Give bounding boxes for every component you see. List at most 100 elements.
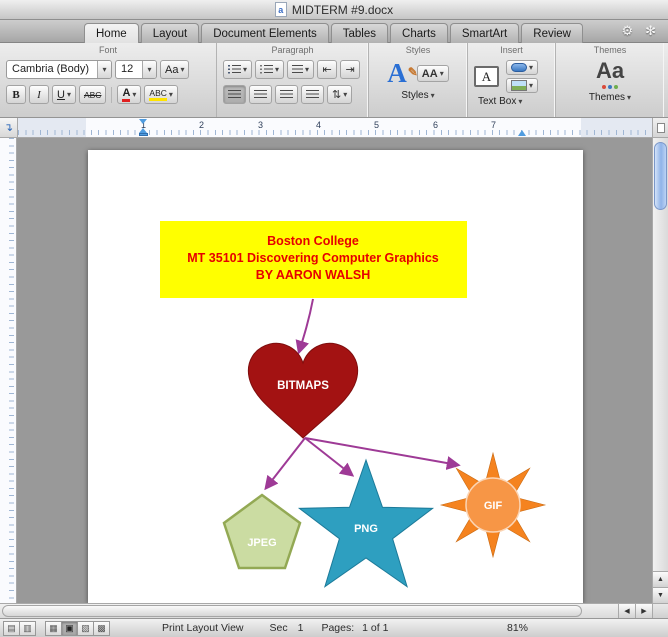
multilevel-list-button[interactable]: ▾ [287,60,315,79]
manage-styles-icon: AA [421,67,438,80]
scroll-down-button[interactable]: ▼ [653,587,668,603]
themes-button-label[interactable]: Themes ▾ [589,92,631,103]
tab-review[interactable]: Review [521,23,583,43]
star-label: PNG [354,523,378,535]
print-layout-view-button[interactable]: ▣ [61,620,78,636]
insert-shape-button[interactable]: ▾ [506,60,539,75]
indent-marker[interactable] [139,119,148,136]
scroll-right-button[interactable]: ▶ [635,604,652,618]
tab-home[interactable]: Home [84,23,139,43]
page-icon [656,122,665,133]
numbering-button[interactable]: ▾ [255,60,285,79]
chevron-down-icon: ▾ [275,65,280,74]
zoom-level[interactable]: 81% [507,622,528,634]
ruler-corner-button[interactable] [652,118,668,138]
font-color-label: A [122,87,131,102]
vertical-scrollbar-thumb[interactable] [654,142,667,210]
horizontal-scrollbar-thumb[interactable] [2,605,582,617]
vertical-ruler[interactable] [0,138,17,603]
styles-icon: A ✎ [387,58,418,88]
notebook-view-button[interactable]: ▧ [77,620,94,636]
ribbon-group-themes: Themes Aa Themes ▾ [555,43,664,117]
brush-icon: ✎ [407,65,418,79]
vertical-scrollbar[interactable]: ▲ ▼ [652,138,668,603]
chevron-down-icon[interactable]: ▾ [97,61,111,78]
manage-styles-button[interactable]: AA ▾ [416,65,449,82]
tab-tables[interactable]: Tables [330,23,389,43]
font-group-label: Font [98,45,117,55]
horizontal-scrollbar[interactable]: ◀ ▶ [0,603,652,618]
italic-button[interactable]: I [29,85,49,104]
chevron-down-icon: ▾ [305,65,310,74]
insert-picture-button[interactable]: ▾ [506,78,539,93]
scroll-up-button[interactable]: ▲ [653,571,668,587]
heart-label: BITMAPS [277,380,329,392]
themes-button[interactable]: Aa [596,60,624,89]
tab-layout[interactable]: Layout [140,23,200,43]
divider [111,86,113,103]
bold-button[interactable]: B [6,85,26,104]
styles-button-label[interactable]: Styles ▾ [401,90,434,101]
font-size-value: 12 [121,63,134,75]
line-spacing-button[interactable]: ⇅ ▾ [327,85,353,104]
underline-button[interactable]: U ▾ [52,85,76,104]
align-right-button[interactable] [275,85,298,104]
ruler-ticks [9,138,14,603]
align-center-button[interactable] [249,85,272,104]
change-case-label: Aa [165,63,179,76]
chevron-down-icon: ▾ [132,90,137,99]
arrow-title-to-heart[interactable] [295,298,314,355]
scroll-left-button[interactable]: ◀ [618,604,635,618]
highlight-button[interactable]: ABC ▾ [144,85,178,104]
arrow-heart-to-pentagon[interactable] [264,437,306,491]
chevron-down-icon: ▾ [439,69,444,78]
ribbon-tab-bar: Home Layout Document Elements Tables Cha… [0,20,668,43]
justify-button[interactable] [301,85,324,104]
font-size-combobox[interactable]: 12 ▾ [115,60,157,79]
publishing-view-button[interactable]: ▦ [45,620,62,636]
title-line-3: BY AARON WALSH [256,268,371,282]
section-label: Sec [269,622,288,634]
right-indent-marker[interactable] [518,130,526,136]
tab-charts[interactable]: Charts [390,23,448,43]
increase-indent-button[interactable]: ⇥ [340,60,361,79]
ruler-number: 5 [374,120,380,130]
arrow-heart-to-star[interactable] [304,437,355,477]
bullets-button[interactable]: ▾ [223,60,253,79]
tab-stop-selector[interactable]: ↴ [0,118,18,138]
chevron-down-icon: ▾ [180,65,185,74]
document-area[interactable]: Boston College MT 35101 Discovering Comp… [17,138,652,603]
sun-shape[interactable]: GIF [439,451,547,559]
highlight-label: ABC [149,88,167,101]
text-box-button-label[interactable]: Text Box ▾ [478,96,522,107]
word-window: a MIDTERM #9.docx Home Layout Document E… [0,0,668,637]
pentagon-shape[interactable] [222,493,302,570]
strikethrough-button[interactable]: ABC [78,85,107,104]
arrow-heart-to-sun[interactable] [304,437,461,470]
styles-button[interactable]: A ✎ [387,58,418,88]
font-name-value: Cambria (Body) [12,63,90,75]
outline-view-button[interactable]: ▥ [19,620,36,636]
tab-smartart[interactable]: SmartArt [449,23,520,43]
align-left-button[interactable] [223,85,246,104]
change-case-button[interactable]: Aa ▾ [160,60,190,79]
tab-document-elements[interactable]: Document Elements [201,23,329,43]
chevron-down-icon: ▾ [518,97,523,106]
title-line-1: Boston College [267,234,359,248]
focus-view-button[interactable]: ▩ [93,620,110,636]
font-color-button[interactable]: A ▾ [117,85,142,104]
bullet-list-icon [228,64,241,75]
horizontal-ruler[interactable]: 1 2 3 4 5 6 7 [18,118,652,138]
document-page[interactable]: Boston College MT 35101 Discovering Comp… [88,150,583,603]
font-name-combobox[interactable]: Cambria (Body) ▾ [6,60,112,79]
ribbon-options-icon[interactable]: ✻ [645,23,656,39]
text-box-button[interactable]: A [474,66,499,87]
ribbon-group-insert: Insert A ▾ ▾ Text Box ▾ [467,43,555,117]
insert-group-label: Insert [500,45,523,55]
ruler-number: 4 [316,120,322,130]
chevron-down-icon[interactable]: ▾ [142,61,156,78]
gear-icon[interactable]: ⚙ [621,23,633,39]
draft-view-button[interactable]: ▤ [3,620,20,636]
title-line-2: MT 35101 Discovering Computer Graphics [187,251,439,265]
decrease-indent-button[interactable]: ⇤ [317,60,338,79]
